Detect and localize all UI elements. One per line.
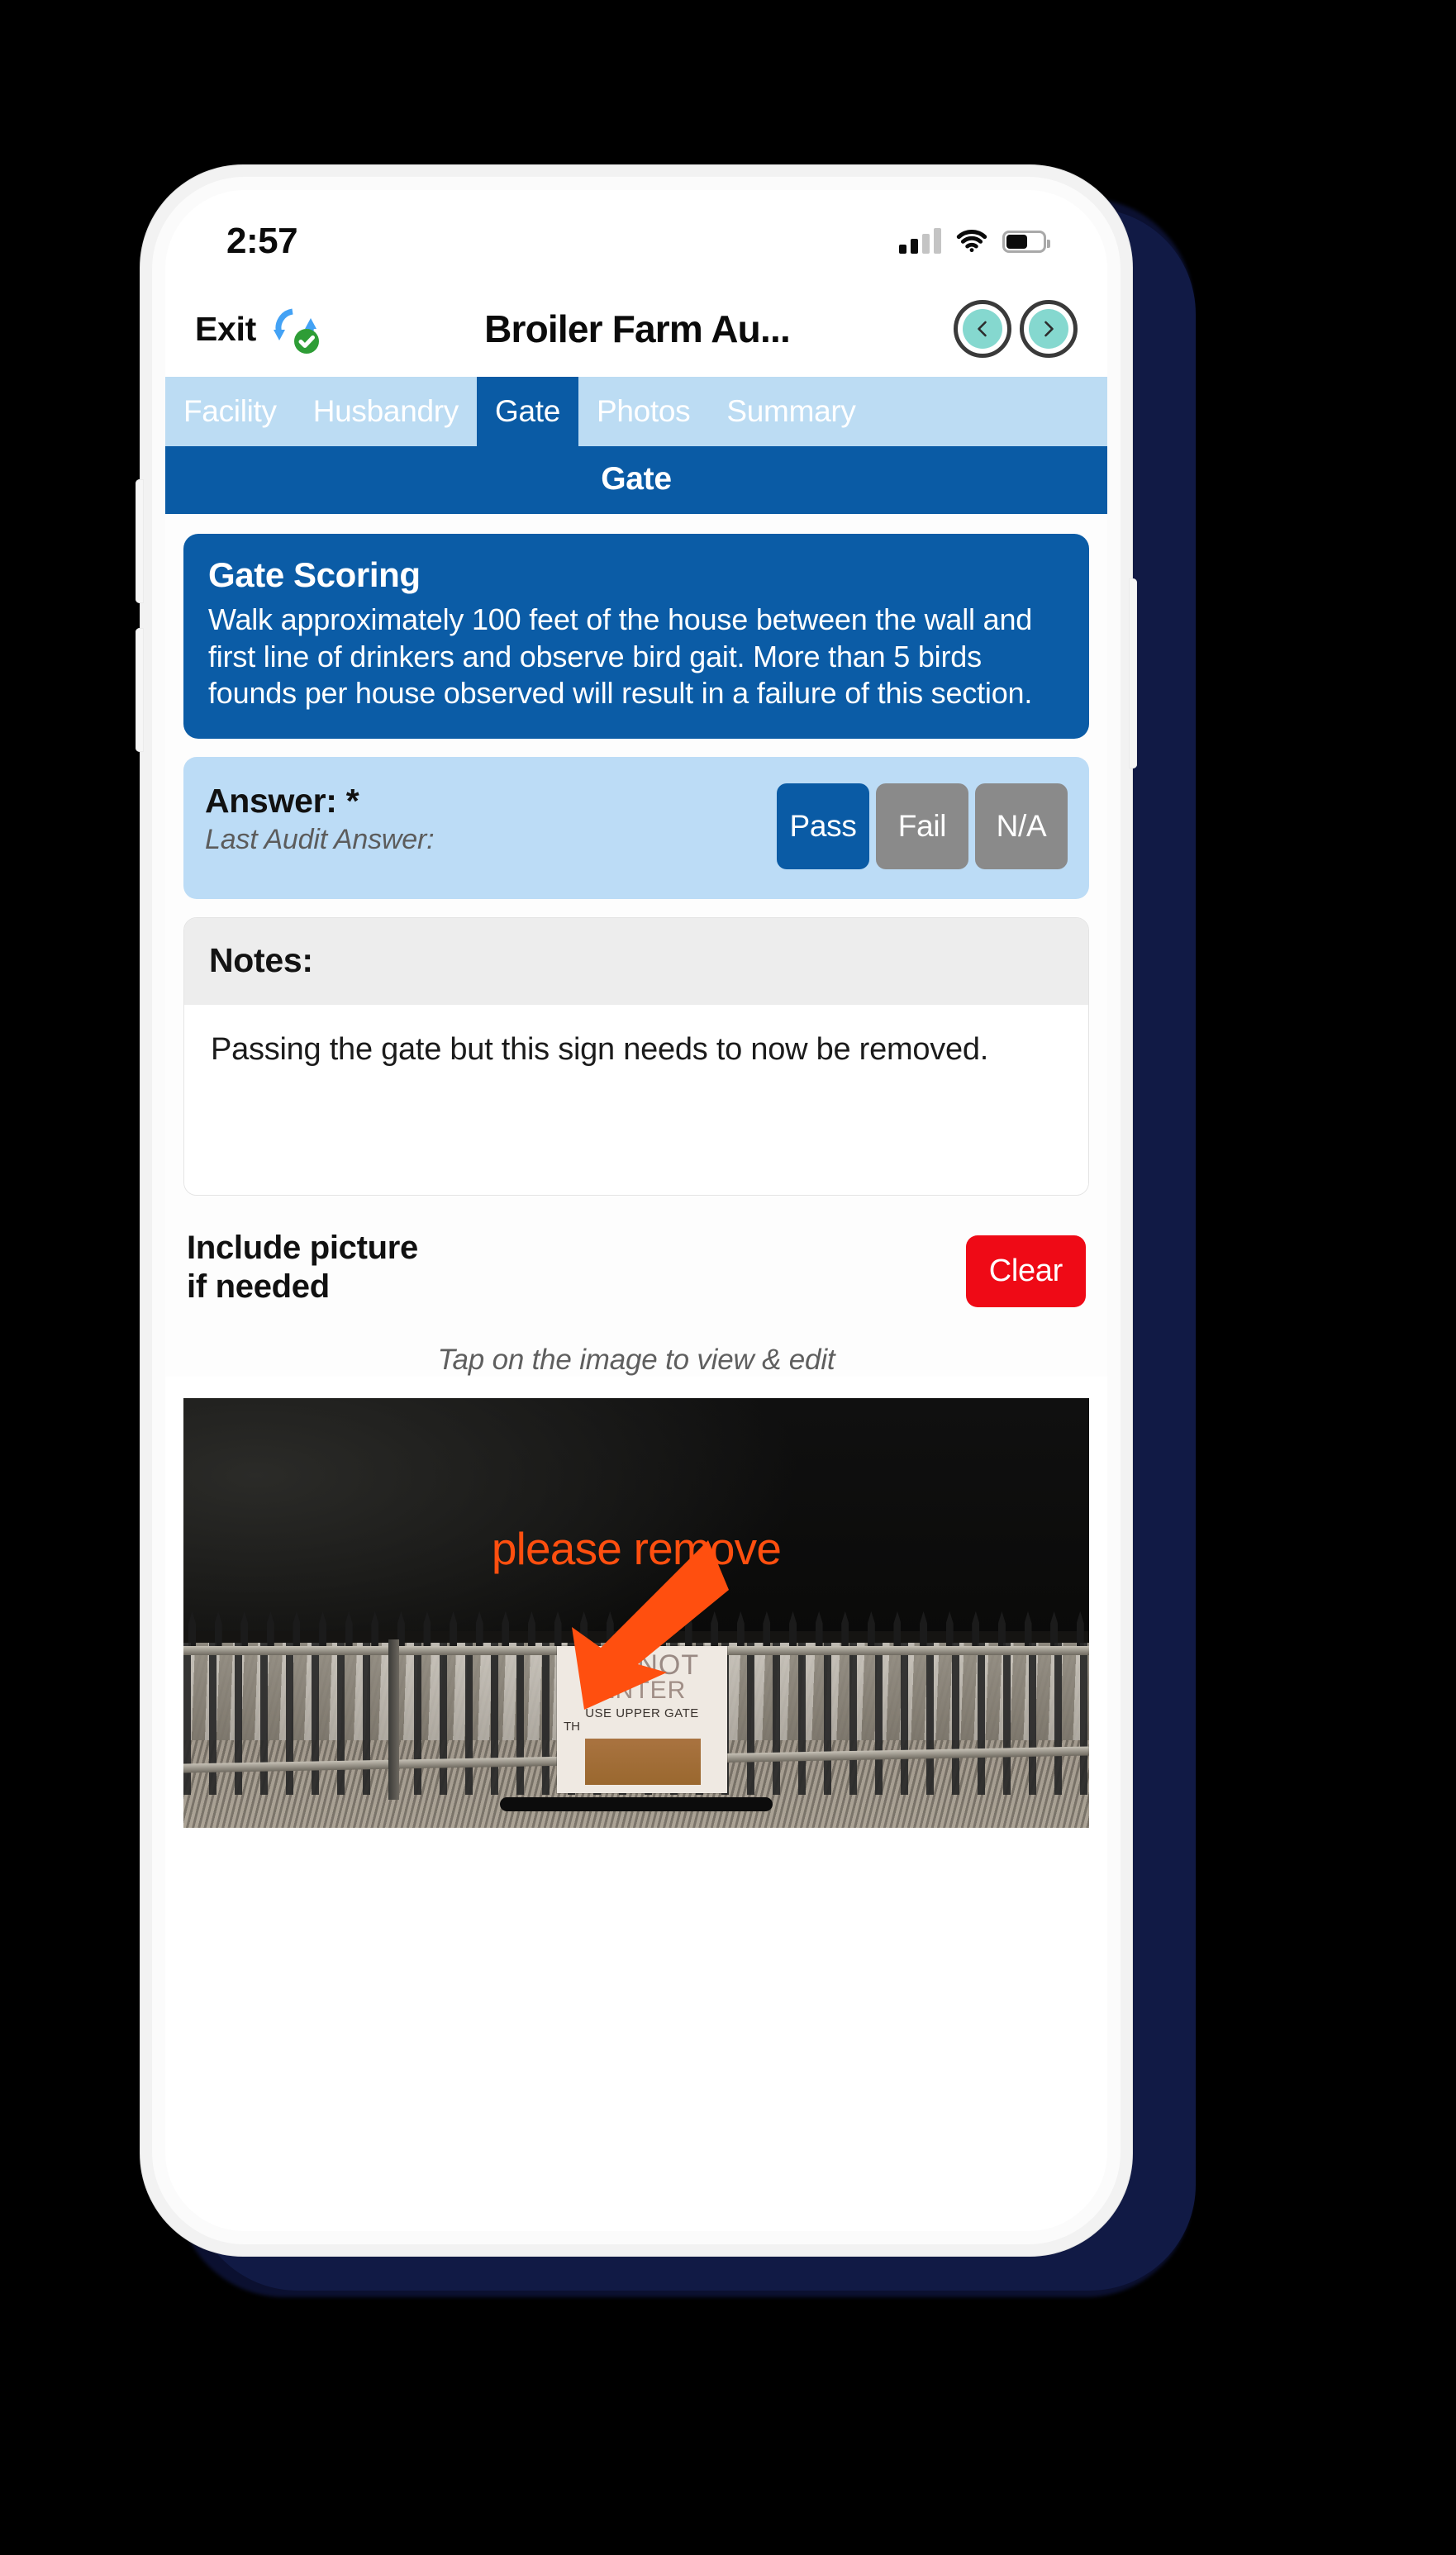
- power-button[interactable]: [1129, 578, 1137, 768]
- app-nav-bar: Exit Broiler Farm Au...: [165, 281, 1107, 377]
- tab-gate[interactable]: Gate: [476, 377, 578, 446]
- section-header-gate: Gate: [165, 446, 1107, 514]
- battery-icon: [1002, 230, 1050, 253]
- notes-header: Notes:: [184, 917, 1088, 1005]
- arrow-down-left-icon: [539, 1539, 729, 1714]
- tab-facility[interactable]: Facility: [165, 377, 295, 446]
- tab-husbandry[interactable]: Husbandry: [295, 377, 477, 446]
- page-title: Broiler Farm Au...: [484, 307, 791, 350]
- volume-up-button[interactable]: [136, 479, 144, 603]
- notes-input[interactable]: Passing the gate but this sign needs to …: [184, 1004, 1088, 1195]
- chevron-left-icon: [963, 309, 1002, 349]
- include-picture-row: Include picture if needed Clear: [183, 1229, 1089, 1307]
- include-picture-label-line1: Include picture: [187, 1229, 418, 1266]
- gate-scoring-body: Walk approximately 100 feet of the house…: [208, 602, 1033, 711]
- tab-summary[interactable]: Summary: [708, 377, 873, 446]
- answer-option-na[interactable]: N/A: [975, 783, 1068, 869]
- nav-bar-left-group: Exit: [195, 303, 321, 354]
- include-picture-label: Include picture if needed: [187, 1229, 966, 1306]
- phone-screen: 2:57 Exit Broiler Farm Au... Facility Hu…: [165, 190, 1107, 2231]
- nav-bar-right-group: [954, 300, 1078, 358]
- status-bar-time: 2:57: [226, 221, 298, 261]
- photo-fence-post: [388, 1639, 399, 1800]
- answer-card: Answer: * Last Audit Answer: Pass Fail N…: [183, 756, 1089, 899]
- chevron-right-icon: [1029, 309, 1068, 349]
- last-audit-answer-label: Last Audit Answer:: [205, 823, 435, 855]
- sign-line-4: TH: [564, 1720, 580, 1734]
- volume-down-button[interactable]: [136, 628, 144, 752]
- screenshot-stage: 2:57 Exit Broiler Farm Au... Facility Hu…: [0, 0, 1456, 2555]
- exit-button[interactable]: Exit: [195, 310, 256, 349]
- status-bar-indicators: [899, 228, 1050, 254]
- previous-button[interactable]: [954, 300, 1011, 358]
- clear-button[interactable]: Clear: [965, 1235, 1086, 1307]
- cellular-signal-icon: [899, 228, 941, 254]
- answer-label: Answer: *: [205, 781, 359, 820]
- sync-complete-icon[interactable]: [269, 303, 321, 354]
- attached-photo[interactable]: DO NOT ENTER USE UPPER GATE TH please re…: [183, 1397, 1089, 1828]
- wifi-icon: [956, 230, 987, 253]
- next-button[interactable]: [1020, 300, 1078, 358]
- section-tab-bar: Facility Husbandry Gate Photos Summary: [165, 377, 1107, 446]
- tap-image-hint: Tap on the image to view & edit: [437, 1343, 835, 1376]
- answer-option-group: Pass Fail N/A: [777, 783, 1068, 869]
- tab-photos[interactable]: Photos: [578, 377, 708, 446]
- form-content: Gate Scoring Walk approximately 100 feet…: [165, 514, 1107, 1377]
- answer-option-fail[interactable]: Fail: [876, 783, 968, 869]
- home-indicator: [500, 1796, 773, 1811]
- sign-cardboard-patch: [585, 1738, 701, 1785]
- gate-scoring-card: Gate Scoring Walk approximately 100 feet…: [183, 534, 1089, 739]
- gate-scoring-title: Gate Scoring: [208, 555, 421, 594]
- include-picture-label-line2: if needed: [187, 1268, 330, 1306]
- notes-card: Notes: Passing the gate but this sign ne…: [183, 916, 1089, 1196]
- answer-option-pass[interactable]: Pass: [777, 783, 869, 869]
- phone-device-frame: 2:57 Exit Broiler Farm Au... Facility Hu…: [136, 165, 1137, 2256]
- status-bar: 2:57: [165, 190, 1107, 281]
- answer-text-group: Answer: * Last Audit Answer:: [205, 782, 777, 856]
